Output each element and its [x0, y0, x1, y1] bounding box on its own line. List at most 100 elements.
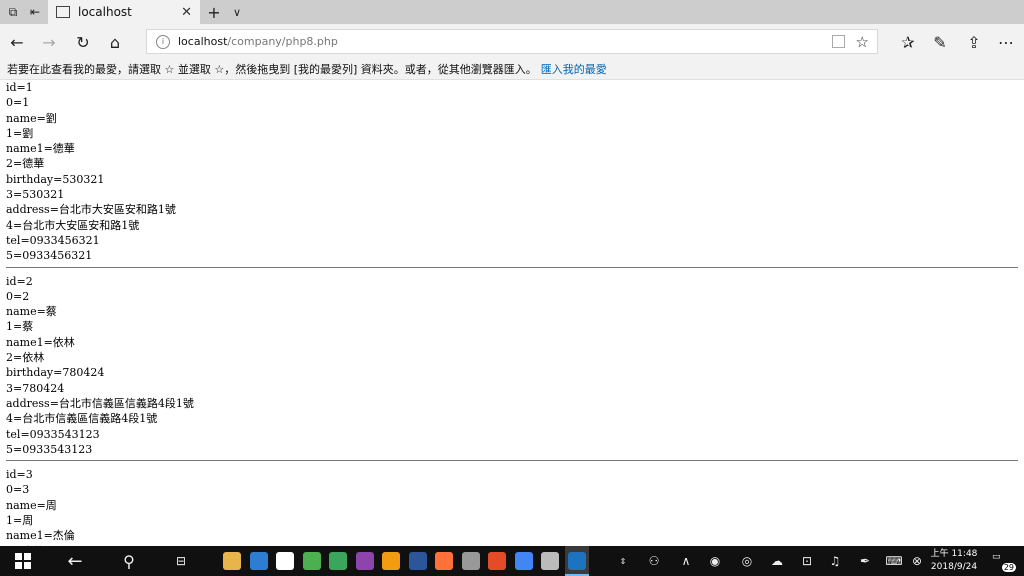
record-line: 0=2 — [6, 289, 30, 303]
app-5-icon-glyph — [461, 552, 480, 570]
record-line: 0=3 — [6, 483, 30, 497]
favorite-star-icon[interactable]: ☆ — [856, 33, 869, 51]
record-block: id=2 0=2 name=蔡 1=蔡 name1=依林 2=依林 birthday=780… — [0, 274, 1024, 462]
favorites-hub-icon[interactable]: ✰ — [898, 32, 918, 52]
record-line: name=蔡 — [6, 305, 57, 319]
record-line: id=1 — [6, 81, 33, 94]
record-line: name1=德華 — [6, 142, 75, 156]
record-block: id=30=3name=周1=周name1=杰倫2=杰倫 — [0, 467, 1024, 546]
favorites-message: 若要在此查看我的最愛，請選取 ☆ 並選取 ☆，然後拖曳到 [我的最愛列] 資料夾… — [7, 63, 537, 76]
record-line: id=3 — [6, 468, 33, 482]
chrome-icon[interactable] — [512, 546, 536, 576]
task-view-icon[interactable]: ⊟ — [166, 546, 196, 576]
record-line: name1=杰倫 — [6, 529, 75, 543]
record-line: 1=劉 — [6, 126, 34, 140]
windows-start-icon[interactable] — [8, 546, 38, 576]
new-tab-icon[interactable]: + — [205, 3, 223, 22]
notepad-icon[interactable] — [300, 546, 324, 576]
search-icon[interactable]: ⚲ — [114, 546, 144, 576]
navigation-bar: ← → ↻ ⌂ i localhost/company/php8.php ☆ ✰… — [0, 24, 1024, 60]
tab-title: localhost — [78, 5, 132, 19]
app-3-icon[interactable] — [353, 546, 377, 576]
app-4-icon[interactable] — [379, 546, 403, 576]
onedrive-icon[interactable]: ☁ — [768, 546, 786, 576]
tab-strip: ⧉ ⇤ localhost ✕ + ∨ — [0, 0, 1024, 24]
keyboard-icon[interactable]: ⌨ — [884, 546, 904, 576]
app-3-icon-glyph — [355, 552, 374, 570]
file-explorer-icon[interactable] — [220, 546, 244, 576]
edge-icon-glyph — [567, 552, 586, 570]
calendar-icon[interactable] — [538, 546, 562, 576]
volume-icon[interactable]: ♫ — [826, 546, 844, 576]
favorites-bar: 若要在此查看我的最愛，請選取 ☆ 並選取 ☆，然後拖曳到 [我的最愛列] 資料夾… — [0, 60, 1024, 80]
app-4-icon-glyph — [382, 552, 400, 570]
forward-icon[interactable]: → — [39, 32, 59, 52]
xampp-icon-glyph — [488, 552, 506, 570]
record-line: 1=蔡 — [6, 320, 34, 334]
record-line: 2=依林 — [6, 351, 45, 365]
firefox-icon-glyph — [435, 552, 453, 570]
import-favorites-link[interactable]: 匯入我的最愛 — [541, 63, 607, 76]
record-line: tel=0933543123 — [6, 427, 100, 441]
chrome-icon-glyph — [514, 552, 533, 570]
people-icon[interactable]: ⚇ — [644, 546, 664, 576]
record-line: 0=1 — [6, 96, 30, 110]
notification-count: 29 — [1001, 563, 1016, 572]
record-line: name1=依林 — [6, 335, 75, 349]
record-line: tel=0933456321 — [6, 233, 100, 247]
record-line: 4=台北市大安區安和路1號 — [6, 218, 140, 232]
clock-date: 2018/9/24 — [930, 562, 978, 572]
notification-icon[interactable]: ▭ 29 — [992, 552, 1016, 572]
close-tab-icon[interactable]: ✕ — [181, 5, 192, 20]
more-icon[interactable]: ⋯ — [996, 32, 1016, 52]
home-icon[interactable]: ⌂ — [105, 32, 125, 52]
record-line: address=台北市大安區安和路1號 — [6, 203, 176, 217]
tray-app-2-icon[interactable]: ◎ — [738, 546, 756, 576]
app-icon[interactable] — [247, 546, 271, 576]
back-icon[interactable]: ← — [7, 32, 27, 52]
powershell-icon[interactable] — [406, 546, 430, 576]
taskbar-scroll-icon[interactable]: ⇕ — [616, 546, 630, 576]
tray-app-icon[interactable]: ◉ — [706, 546, 724, 576]
chevron-down-icon[interactable]: ∨ — [228, 3, 246, 21]
pen-icon[interactable]: ✎ — [930, 32, 950, 52]
tab-localhost[interactable]: localhost ✕ — [48, 0, 200, 24]
pen-workspace-icon[interactable]: ✒ — [856, 546, 874, 576]
app-icon-glyph — [249, 552, 268, 570]
back-arrow-icon[interactable]: ← — [60, 546, 90, 576]
reading-view-icon[interactable] — [832, 35, 845, 48]
clock[interactable]: 上午 11:48 2018/9/24 — [926, 548, 982, 574]
app-2-icon-glyph — [329, 552, 347, 570]
google-chrome-icon[interactable] — [273, 546, 297, 576]
chevron-up-icon[interactable]: ∧ — [678, 546, 694, 576]
record-divider — [6, 266, 1018, 268]
record-line: 5=0933456321 — [6, 249, 93, 263]
site-info-icon[interactable]: i — [156, 34, 170, 49]
input-status-icon[interactable]: ⊗ — [910, 546, 924, 576]
google-chrome-icon-glyph — [276, 552, 294, 570]
record-line: name=周 — [6, 498, 57, 512]
xampp-icon[interactable] — [485, 546, 509, 576]
clock-time: 上午 11:48 — [930, 549, 978, 559]
set-aside-tabs-icon[interactable]: ⇤ — [26, 3, 44, 21]
firefox-icon[interactable] — [432, 546, 456, 576]
record-line: birthday=530321 — [6, 172, 105, 186]
app-2-icon[interactable] — [326, 546, 350, 576]
network-icon[interactable]: ⊡ — [798, 546, 816, 576]
refresh-icon[interactable]: ↻ — [73, 32, 93, 52]
powershell-icon-glyph — [408, 552, 427, 570]
address-bar[interactable]: i localhost/company/php8.php ☆ — [146, 29, 878, 54]
url-host: localhost — [178, 35, 228, 48]
record-line: 5=0933543123 — [6, 442, 93, 456]
tab-actions-icon[interactable]: ⧉ — [4, 3, 22, 21]
record-line: 3=780424 — [6, 381, 65, 395]
record-line: 4=台北市信義區信義路4段1號 — [6, 412, 158, 426]
record-line: name=劉 — [6, 111, 57, 125]
share-icon[interactable]: ⇪ — [964, 32, 984, 52]
app-5-icon[interactable] — [459, 546, 483, 576]
taskbar: ← ⚲ ⊟ ⇕ ⚇ ∧ ◉ ◎ ☁ ⊡ ♫ ✒ ⌨ ⊗ 上午 11:48 201… — [0, 546, 1024, 576]
notepad-icon-glyph — [302, 552, 321, 570]
edge-icon[interactable] — [564, 546, 589, 576]
record-line: address=台北市信義區信義路4段1號 — [6, 396, 194, 410]
file-explorer-icon-glyph — [223, 552, 241, 570]
